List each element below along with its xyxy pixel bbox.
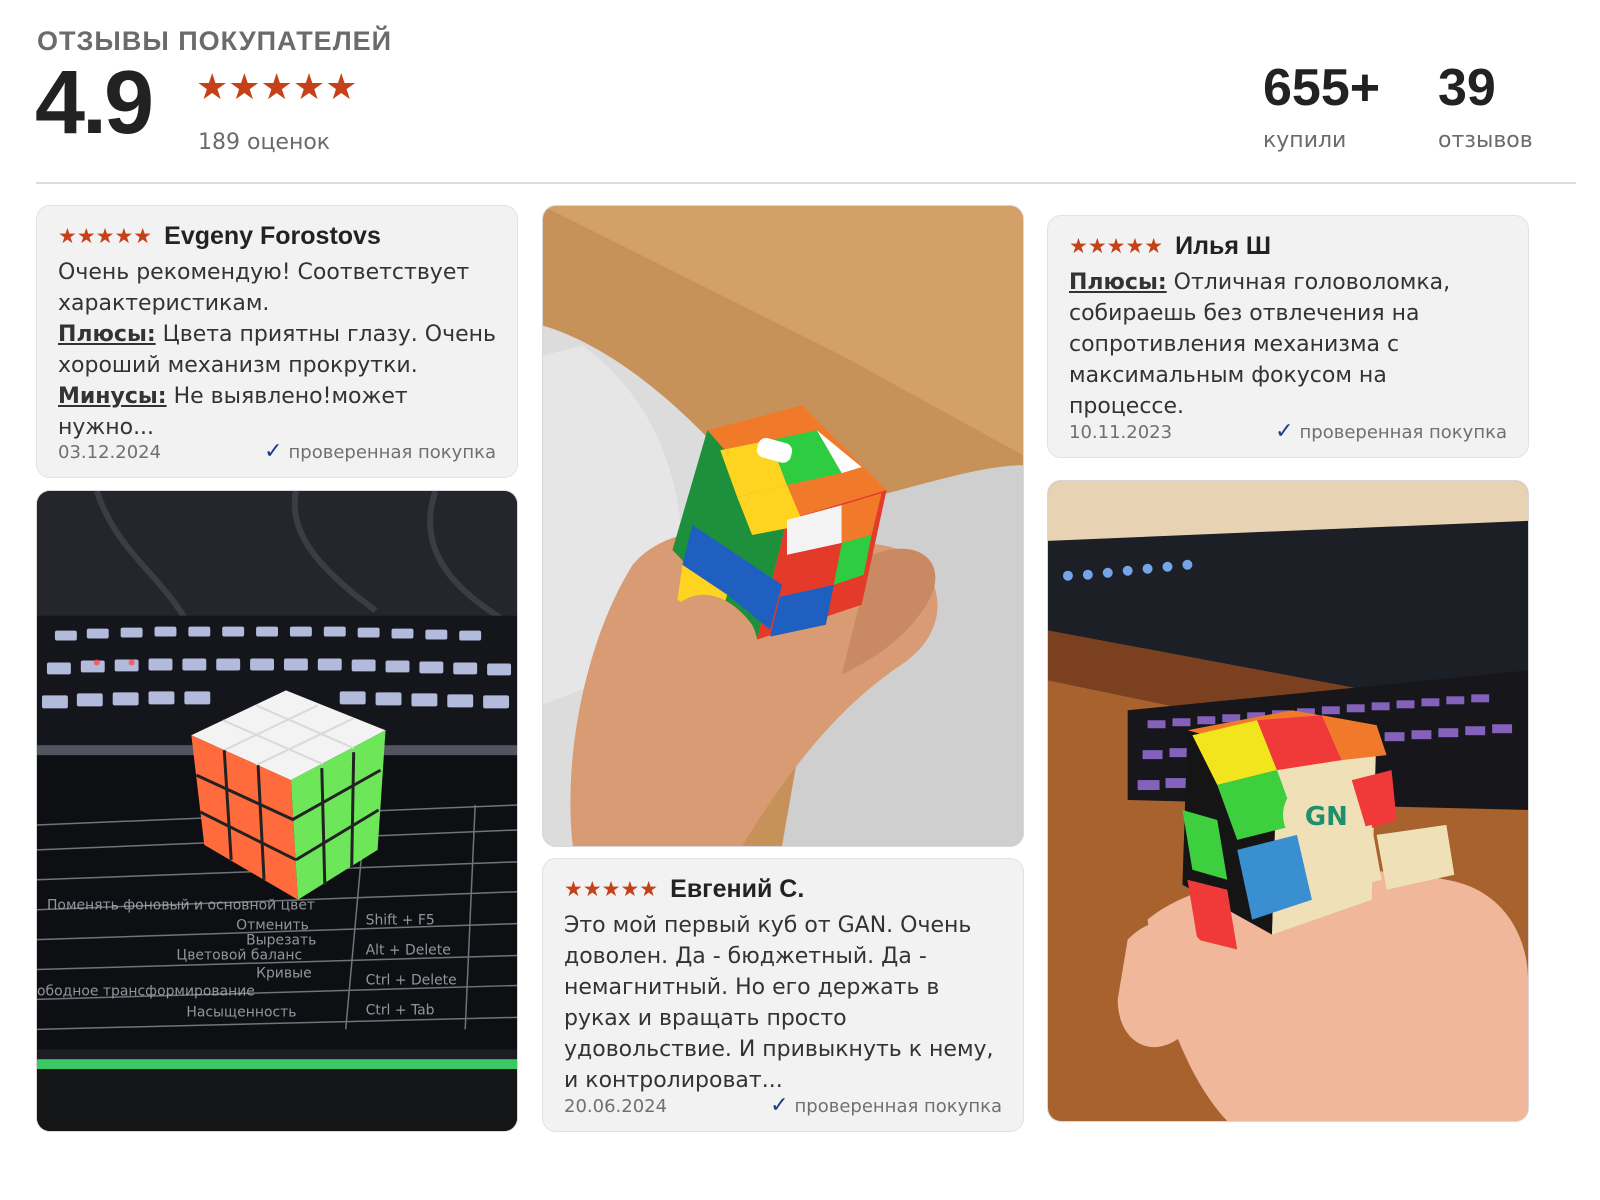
svg-text:Ctrl + Tab: Ctrl + Tab (366, 1002, 435, 1018)
review-stars: ★★★★★ (564, 877, 659, 901)
ratings-count: 189 оценок (198, 130, 331, 155)
reviews-stat[interactable]: 39 отзывов (1438, 62, 1533, 153)
review-photo-image (543, 206, 1023, 846)
review-date: 20.06.2024 (564, 1095, 668, 1117)
review-photo-image: Поменять фоновый и основной цвет Отменит… (37, 491, 517, 1131)
svg-text:Цветовой баланс: Цветовой баланс (176, 948, 302, 964)
bought-stat: 655+ купили (1263, 62, 1380, 153)
bought-value: 655+ (1263, 59, 1381, 117)
review-date: 03.12.2024 (58, 441, 162, 463)
review-author: Evgeny Forostovs (164, 222, 381, 250)
svg-text:GN: GN (1305, 802, 1348, 832)
header-divider (36, 182, 1576, 184)
check-icon: ✓ (770, 1093, 789, 1118)
svg-text:Насыщенность: Насыщенность (186, 1004, 296, 1020)
review-text: Очень рекомендую! Соответствует характер… (58, 257, 496, 443)
reviews-value: 39 (1438, 59, 1496, 117)
review-intro: Очень рекомендую! Соответствует характер… (58, 260, 470, 316)
verified-purchase: ✓ проверенная покупка (1275, 421, 1507, 443)
bought-label: купили (1263, 128, 1347, 153)
svg-text:Вырезать: Вырезать (246, 933, 316, 949)
review-card-3[interactable]: ★★★★★ Илья Ш Плюсы: Отличная головоломка… (1047, 215, 1529, 458)
pros-label: Плюсы: (58, 322, 156, 347)
review-card-2[interactable]: ★★★★★ Евгений С. Это мой первый куб от G… (542, 858, 1024, 1132)
review-photo-2[interactable] (542, 205, 1024, 847)
review-text: Это мой первый куб от GAN. Очень доволен… (564, 913, 994, 1093)
average-rating-stars: ★★★★★ (196, 67, 358, 108)
verified-purchase: ✓ проверенная покупка (770, 1095, 1002, 1117)
check-icon: ✓ (264, 439, 283, 464)
svg-text:Поменять фоновый и основной цв: Поменять фоновый и основной цвет (47, 898, 315, 914)
svg-text:Ctrl + Delete: Ctrl + Delete (366, 972, 457, 988)
cons-label: Минусы: (58, 384, 167, 409)
review-photo-image: GN (1048, 481, 1528, 1121)
check-icon: ✓ (1275, 419, 1294, 444)
svg-text:Отменить: Отменить (236, 918, 309, 934)
pros-label: Плюсы: (1069, 270, 1167, 295)
verified-label: проверенная покупка (1299, 421, 1507, 443)
review-author: Илья Ш (1175, 232, 1272, 260)
review-stars: ★★★★★ (58, 224, 153, 248)
svg-text:Alt + Delete: Alt + Delete (366, 943, 451, 959)
review-photo-3[interactable]: GN (1047, 480, 1529, 1122)
review-date: 10.11.2023 (1069, 421, 1173, 443)
review-author: Евгений С. (670, 875, 805, 903)
average-rating: 4.9 (35, 53, 154, 153)
svg-text:ободное трансформирование: ободное трансформирование (37, 983, 255, 999)
review-text: Плюсы: Отличная головоломка, собираешь б… (1069, 267, 1507, 422)
review-stars: ★★★★★ (1069, 234, 1164, 258)
review-card-1[interactable]: ★★★★★ Evgeny Forostovs Очень рекомендую!… (36, 205, 518, 478)
verified-label: проверенная покупка (794, 1095, 1002, 1117)
verified-purchase: ✓ проверенная покупка (264, 441, 496, 463)
verified-label: проверенная покупка (288, 441, 496, 463)
svg-text:Shift + F5: Shift + F5 (366, 913, 435, 929)
reviews-label: отзывов (1438, 128, 1533, 153)
review-photo-1[interactable]: Поменять фоновый и основной цвет Отменит… (36, 490, 518, 1132)
svg-text:Кривые: Кривые (256, 965, 312, 981)
